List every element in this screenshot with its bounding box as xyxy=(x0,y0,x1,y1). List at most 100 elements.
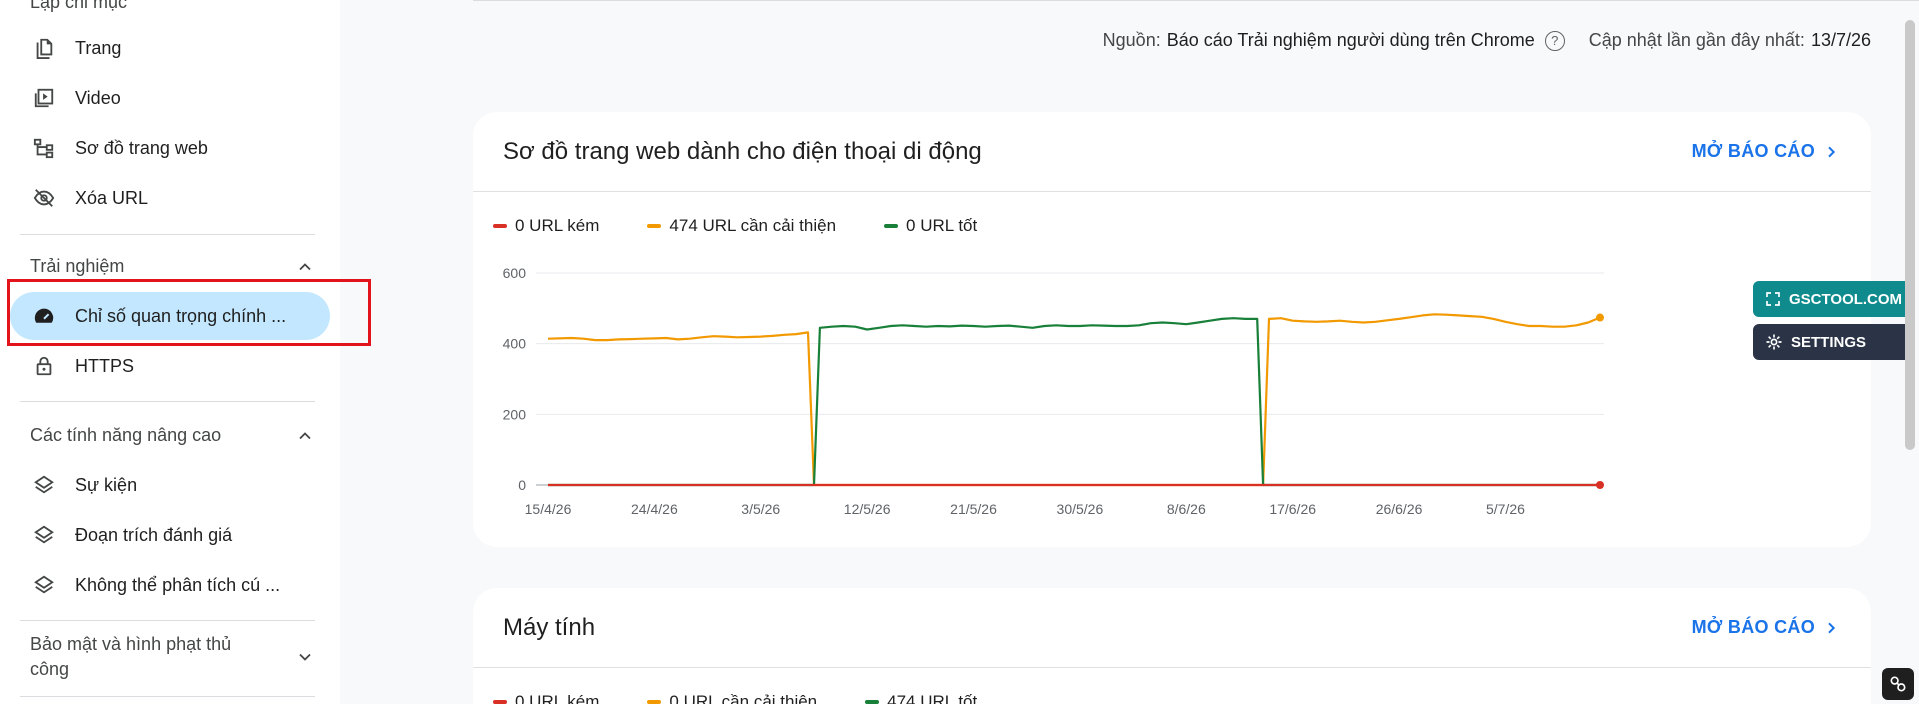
hidden-eye-icon xyxy=(32,186,56,210)
section-header-security[interactable]: Bảo mật và hình phạt thủ công xyxy=(30,632,315,682)
desktop-card: Máy tính MỞ BÁO CÁO 0 URL kém 0 URL cần … xyxy=(473,588,1871,704)
gsctool-button[interactable]: GSCTOOL.COM xyxy=(1753,281,1915,317)
y-tick-label: 200 xyxy=(503,406,527,422)
sidebar-item-label: Không thể phân tích cú ... xyxy=(75,574,281,595)
updated-value: 13/7/26 xyxy=(1810,30,1871,50)
legend-item-good[interactable]: 474 URL tốt xyxy=(865,692,977,704)
open-report-link[interactable]: MỞ BÁO CÁO xyxy=(1692,141,1839,162)
mobile-sitemap-card: Sơ đồ trang web dành cho điện thoại di đ… xyxy=(473,112,1871,547)
section-label-advanced: Các tính năng nâng cao xyxy=(30,425,222,445)
layers-icon xyxy=(32,523,56,547)
settings-button[interactable]: SETTINGS xyxy=(1753,324,1915,360)
chart-legend: 0 URL kém 0 URL cần cải thiện 474 URL tố… xyxy=(473,668,1871,704)
y-tick-label: 400 xyxy=(503,336,527,352)
layers-icon xyxy=(32,573,56,597)
sidebar-item-label: Trang xyxy=(75,37,122,58)
chevron-up-icon xyxy=(299,431,311,439)
sidebar-item-label: Sự kiện xyxy=(75,474,138,495)
help-icon[interactable]: ? xyxy=(1544,30,1565,51)
chevron-up-icon xyxy=(299,262,311,270)
section-header-advanced[interactable]: Các tính năng nâng cao xyxy=(30,425,315,446)
link-icon xyxy=(1890,676,1906,692)
sidebar-item-label: Sơ đồ trang web xyxy=(75,137,208,158)
legend-swatch xyxy=(865,700,880,704)
section-label-security: Bảo mật và hình phạt thủ công xyxy=(30,634,232,679)
section-label-indexing: Lập chỉ mục xyxy=(30,0,128,12)
legend-item-poor[interactable]: 0 URL kém xyxy=(493,216,599,236)
divider xyxy=(20,620,315,621)
scrollbar[interactable] xyxy=(1905,20,1915,450)
section-header-experience[interactable]: Trải nghiệm xyxy=(30,256,315,277)
chevron-right-icon xyxy=(1828,622,1836,633)
source-line: Nguồn: Báo cáo Trải nghiệm người dùng tr… xyxy=(1103,30,1871,51)
sidebar-item-label: Xóa URL xyxy=(75,187,149,208)
open-report-label: MỞ BÁO CÁO xyxy=(1691,617,1815,637)
card-header: Máy tính MỞ BÁO CÁO xyxy=(473,588,1871,668)
sitemap-icon xyxy=(32,136,56,160)
x-tick-label: 17/6/26 xyxy=(1269,501,1316,517)
settings-label: SETTINGS xyxy=(1791,333,1867,351)
sidebar-item-label: Video xyxy=(75,87,121,108)
cwv-line-chart[interactable]: 0 200 400 600 15/4/26 24/4/26 3/5/26 12/5/26 21/… xyxy=(473,252,1871,542)
section-label-experience: Trải nghiệm xyxy=(30,256,125,276)
sidebar-item-pages[interactable]: Trang xyxy=(10,24,330,72)
divider xyxy=(20,234,315,235)
sidebar-item-unparsable[interactable]: Không thể phân tích cú ... xyxy=(10,561,330,609)
divider xyxy=(20,696,315,697)
legend-label: 0 URL tốt xyxy=(906,216,978,235)
y-tick-label: 0 xyxy=(518,477,526,493)
x-tick-label: 5/7/26 xyxy=(1486,501,1525,517)
sidebar-item-label: HTTPS xyxy=(75,355,135,376)
lock-icon xyxy=(32,354,56,378)
section-header-indexing[interactable]: Lập chỉ mục xyxy=(30,0,315,13)
series-end-point xyxy=(1596,313,1604,322)
sidebar-item-video[interactable]: Video xyxy=(10,74,330,122)
legend-item-needs-improvement[interactable]: 0 URL cần cải thiện xyxy=(647,692,817,704)
sidebar-item-removals[interactable]: Xóa URL xyxy=(10,174,330,222)
legend-swatch xyxy=(493,700,507,704)
series-line-1 xyxy=(547,313,1601,487)
gear-icon xyxy=(1766,334,1782,350)
divider xyxy=(20,401,315,402)
legend-label: 474 URL tốt xyxy=(887,692,978,704)
chevron-right-icon xyxy=(1828,146,1836,157)
card-title: Máy tính xyxy=(503,613,596,641)
legend-swatch xyxy=(647,700,662,704)
gsctool-label: GSCTOOL.COM xyxy=(1789,290,1903,308)
sidebar-item-events[interactable]: Sự kiện xyxy=(10,461,330,509)
extension-icon[interactable] xyxy=(1882,668,1914,700)
card-header: Sơ đồ trang web dành cho điện thoại di đ… xyxy=(473,112,1871,192)
sidebar-item-https[interactable]: HTTPS xyxy=(10,342,330,390)
x-tick-label: 3/5/26 xyxy=(741,501,780,517)
legend-label: 0 URL kém xyxy=(515,216,600,235)
top-rule xyxy=(473,0,1919,1)
x-tick-label: 30/5/26 xyxy=(1057,501,1104,517)
legend-label: 474 URL cần cải thiện xyxy=(669,216,837,235)
legend-item-good[interactable]: 0 URL tốt xyxy=(884,216,977,236)
sidebar-item-sitemaps[interactable]: Sơ đồ trang web xyxy=(10,124,330,172)
open-report-label: MỞ BÁO CÁO xyxy=(1691,141,1815,161)
legend-label: 0 URL cần cải thiện xyxy=(669,692,818,704)
legend-swatch xyxy=(647,224,662,228)
layers-icon xyxy=(32,473,56,497)
expand-icon xyxy=(1766,292,1780,306)
open-report-link[interactable]: MỞ BÁO CÁO xyxy=(1692,617,1839,638)
x-tick-label: 12/5/26 xyxy=(844,501,891,517)
card-title: Sơ đồ trang web dành cho điện thoại di đ… xyxy=(503,137,982,165)
series-end-point xyxy=(1596,481,1604,489)
legend-item-needs-improvement[interactable]: 474 URL cần cải thiện xyxy=(647,216,836,236)
legend-swatch xyxy=(884,224,899,228)
chart-legend: 0 URL kém 474 URL cần cải thiện 0 URL tố… xyxy=(473,192,1871,236)
sidebar-item-review-snippets[interactable]: Đoạn trích đánh giá xyxy=(10,511,330,559)
x-tick-label: 8/6/26 xyxy=(1167,501,1206,517)
legend-item-poor[interactable]: 0 URL kém xyxy=(493,692,599,704)
source-label: Nguồn: xyxy=(1102,30,1161,50)
legend-label: 0 URL kém xyxy=(515,692,600,704)
pages-icon xyxy=(32,36,56,60)
x-tick-label: 26/6/26 xyxy=(1376,501,1423,517)
updated-label: Cập nhật lần gần đây nhất: xyxy=(1588,30,1805,50)
x-tick-label: 21/5/26 xyxy=(950,501,997,517)
source-value: Báo cáo Trải nghiệm người dùng trên Chro… xyxy=(1166,30,1535,50)
x-tick-label: 15/4/26 xyxy=(525,501,572,517)
y-tick-label: 600 xyxy=(503,265,527,281)
